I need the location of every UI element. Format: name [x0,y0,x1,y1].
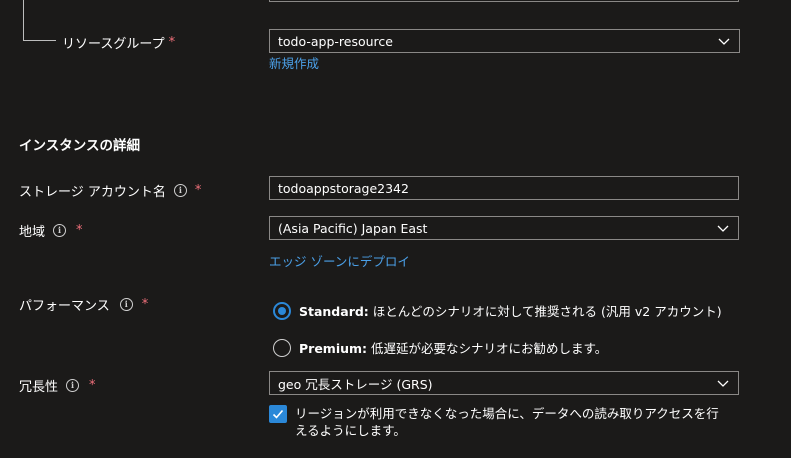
read-access-label-line2: えるようにします。 [295,423,406,438]
required-mark: * [141,296,149,312]
chevron-down-icon [718,38,730,45]
subscription-select-partial[interactable] [269,0,739,2]
region-value: (Asia Pacific) Japan East [278,220,428,236]
resource-group-label-text: リソースグループ [62,36,165,52]
info-icon[interactable]: i [119,297,133,311]
standard-radio[interactable] [273,301,291,320]
premium-option-label: Premium: 低遅延が必要なシナリオにお勧めします。 [299,338,607,357]
read-access-checkbox-label: リージョンが利用できなくなった場合に、データへの読み取りアクセスを行 えるように… [295,405,719,439]
redundancy-label: 冗長性 i * [19,375,96,395]
performance-option-premium[interactable]: Premium: 低遅延が必要なシナリオにお勧めします。 [273,338,607,357]
standard-option-label: Standard: ほとんどのシナリオに対して推奨される (汎用 v2 アカウン… [299,301,722,320]
storage-account-name-value: todoappstorage2342 [278,180,409,196]
performance-label: パフォーマンス i * [19,294,148,314]
storage-account-name-input[interactable]: todoappstorage2342 [269,176,739,200]
required-mark: * [194,182,202,198]
read-access-label-line1: リージョンが利用できなくなった場合に、データへの読み取りアクセスを行 [295,406,719,421]
check-icon [272,409,284,419]
required-mark: * [168,34,176,50]
required-mark: * [89,377,96,393]
storage-account-name-label-text: ストレージ アカウント名 [19,184,166,200]
region-select[interactable]: (Asia Pacific) Japan East [269,216,739,240]
redundancy-label-text: 冗長性 [19,379,59,395]
info-icon[interactable]: i [173,183,187,197]
resource-group-label: リソースグループ * [62,32,175,52]
info-icon[interactable]: i [53,223,67,237]
deploy-to-edge-zone-link[interactable]: エッジ ゾーンにデプロイ [269,251,410,270]
premium-option-name: Premium: [299,341,368,356]
standard-option-name: Standard: [299,304,369,319]
performance-label-text: パフォーマンス [19,298,110,314]
create-new-resource-group-link[interactable]: 新規作成 [269,53,319,72]
resource-group-value: todo-app-resource [278,33,393,49]
required-mark: * [76,222,83,238]
read-access-checkbox-row[interactable]: リージョンが利用できなくなった場合に、データへの読み取りアクセスを行 えるように… [269,405,719,439]
performance-option-standard[interactable]: Standard: ほとんどのシナリオに対して推奨される (汎用 v2 アカウン… [273,301,722,320]
region-label-text: 地域 [19,224,46,240]
chevron-down-icon [717,380,729,387]
redundancy-select[interactable]: geo 冗長ストレージ (GRS) [269,371,739,395]
premium-radio[interactable] [273,338,291,357]
tree-connector [23,0,56,41]
premium-option-desc: 低遅延が必要なシナリオにお勧めします。 [371,341,608,356]
region-label: 地域 i * [19,220,83,240]
storage-account-name-label: ストレージ アカウント名 i * [19,180,201,200]
instance-details-heading: インスタンスの詳細 [19,138,140,154]
standard-option-desc: ほとんどのシナリオに対して推奨される (汎用 v2 アカウント) [372,304,722,319]
resource-group-select[interactable]: todo-app-resource [269,29,740,53]
redundancy-value: geo 冗長ストレージ (GRS) [278,376,433,392]
chevron-down-icon [717,225,729,232]
info-icon[interactable]: i [66,378,80,392]
read-access-checkbox[interactable] [269,405,287,423]
storage-account-create-form: リソースグループ * todo-app-resource 新規作成 インスタンス… [0,0,791,458]
